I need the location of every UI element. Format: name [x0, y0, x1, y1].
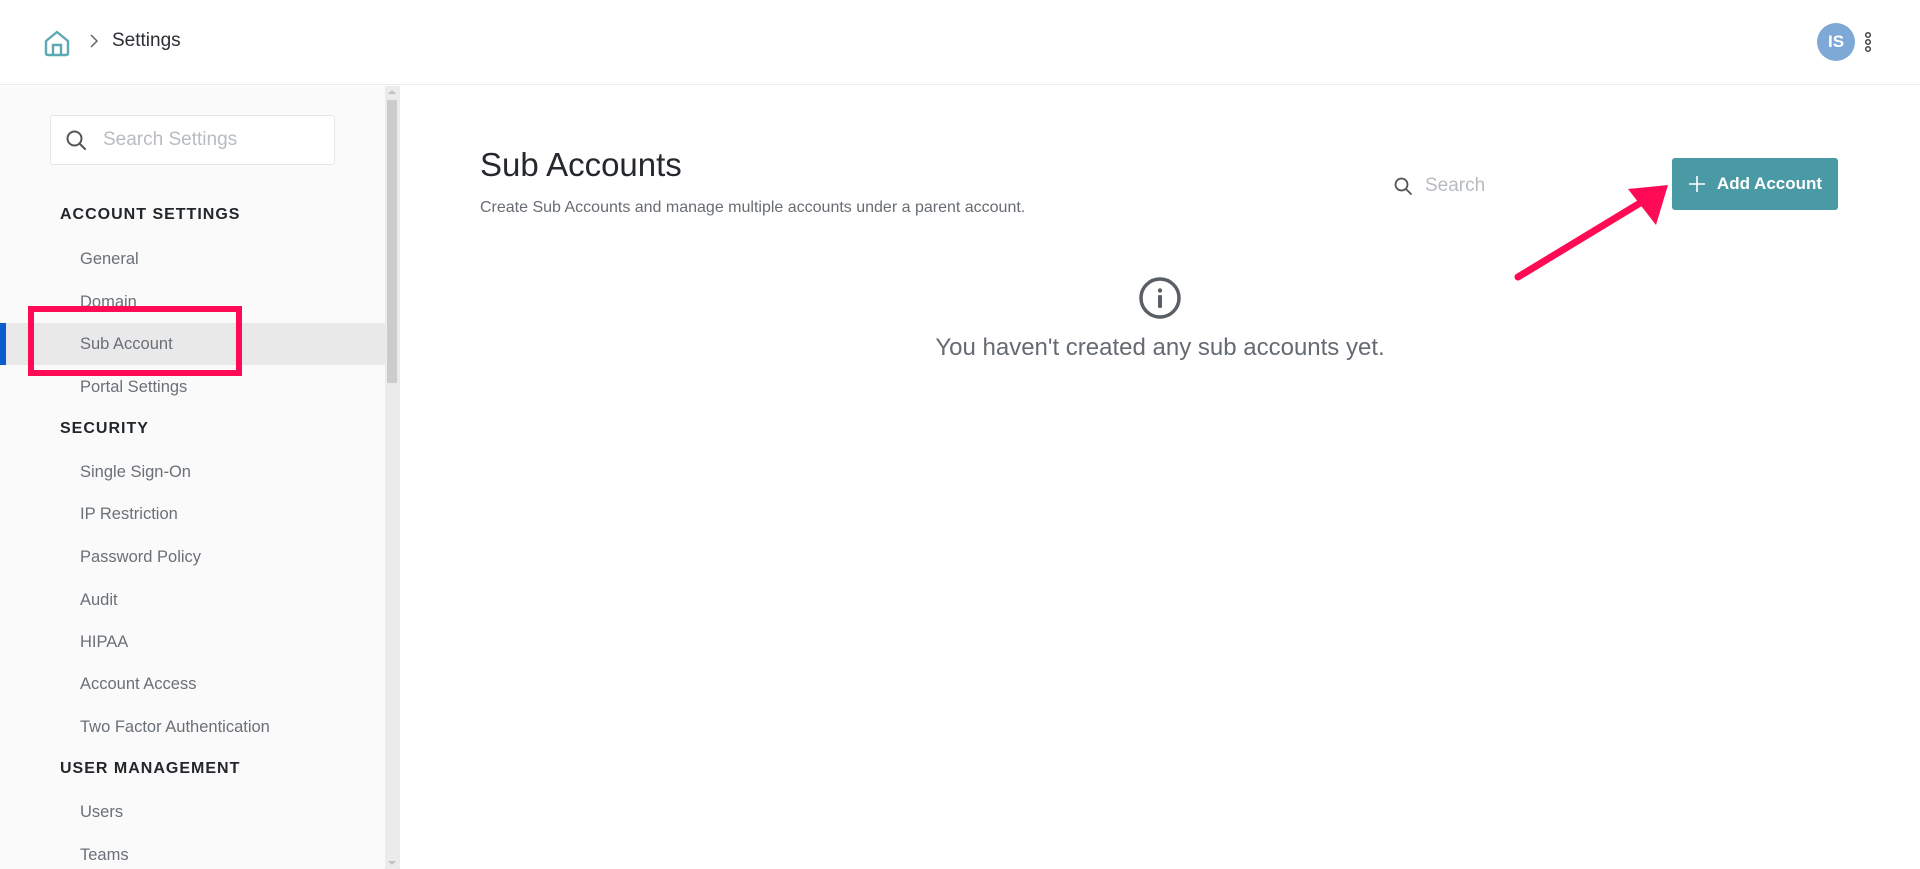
sidebar-item-label: HIPAA [80, 632, 129, 651]
sidebar-search [50, 115, 335, 165]
settings-search-input[interactable] [103, 129, 313, 151]
kebab-menu-icon[interactable] [1862, 30, 1874, 54]
chevron-right-icon [90, 34, 99, 48]
scroll-down-arrow-icon[interactable] [388, 861, 396, 865]
sidebar-item-label: Teams [80, 845, 129, 864]
search-icon [1394, 177, 1412, 195]
main-content: Sub Accounts Create Sub Accounts and man… [400, 86, 1920, 869]
sidebar-item-password-policy[interactable]: Password Policy [0, 536, 385, 578]
top-header: Settings IS [0, 0, 1920, 85]
sidebar-item-label: Single Sign-On [80, 462, 191, 481]
empty-state-message: You haven't created any sub accounts yet… [935, 334, 1385, 361]
sidebar-item-label: IP Restriction [80, 504, 178, 523]
info-icon [1139, 277, 1181, 319]
avatar[interactable]: IS [1817, 23, 1855, 61]
sidebar-item-single-sign-on[interactable]: Single Sign-On [0, 451, 385, 493]
sidebar-item-label: Account Access [80, 674, 197, 693]
sidebar-scrollbar[interactable] [385, 86, 400, 869]
plus-icon [1688, 176, 1705, 192]
sidebar-item-general[interactable]: General [0, 238, 385, 280]
sidebar-item-audit[interactable]: Audit [0, 579, 385, 621]
highlight-box-annotation [28, 306, 242, 376]
sidebar-item-account-access[interactable]: Account Access [0, 663, 385, 705]
sidebar-item-label: Portal Settings [80, 377, 188, 396]
section-title-user-management: USER MANAGEMENT [60, 760, 241, 777]
scroll-up-arrow-icon[interactable] [388, 90, 396, 94]
add-account-label: Add Account [1716, 174, 1823, 193]
home-icon[interactable] [43, 29, 71, 57]
section-title-security: SECURITY [60, 420, 149, 437]
pointer-arrow-annotation [1514, 185, 1668, 281]
sidebar-item-users[interactable]: Users [0, 791, 385, 833]
sidebar-item-label: Audit [80, 590, 118, 609]
page-title: Sub Accounts [480, 146, 682, 183]
settings-sidebar: ACCOUNT SETTINGS General Domain Sub Acco… [0, 86, 385, 869]
search-icon [66, 130, 86, 150]
add-account-button[interactable]: Add Account [1672, 158, 1838, 210]
sidebar-item-teams[interactable]: Teams [0, 834, 385, 869]
section-title-account-settings: ACCOUNT SETTINGS [60, 206, 241, 223]
empty-state [400, 276, 1920, 325]
sidebar-item-label: Two Factor Authentication [80, 717, 270, 736]
scrollbar-thumb[interactable] [387, 100, 397, 383]
sidebar-item-two-factor-authentication[interactable]: Two Factor Authentication [0, 706, 385, 748]
sidebar-item-label: Password Policy [80, 547, 202, 566]
sidebar-item-ip-restriction[interactable]: IP Restriction [0, 493, 385, 535]
sidebar-item-hipaa[interactable]: HIPAA [0, 621, 385, 663]
breadcrumb-current: Settings [112, 30, 181, 51]
page-subtitle: Create Sub Accounts and manage multiple … [480, 199, 1026, 216]
sidebar-item-label: General [80, 249, 139, 268]
sidebar-item-label: Users [80, 802, 124, 821]
